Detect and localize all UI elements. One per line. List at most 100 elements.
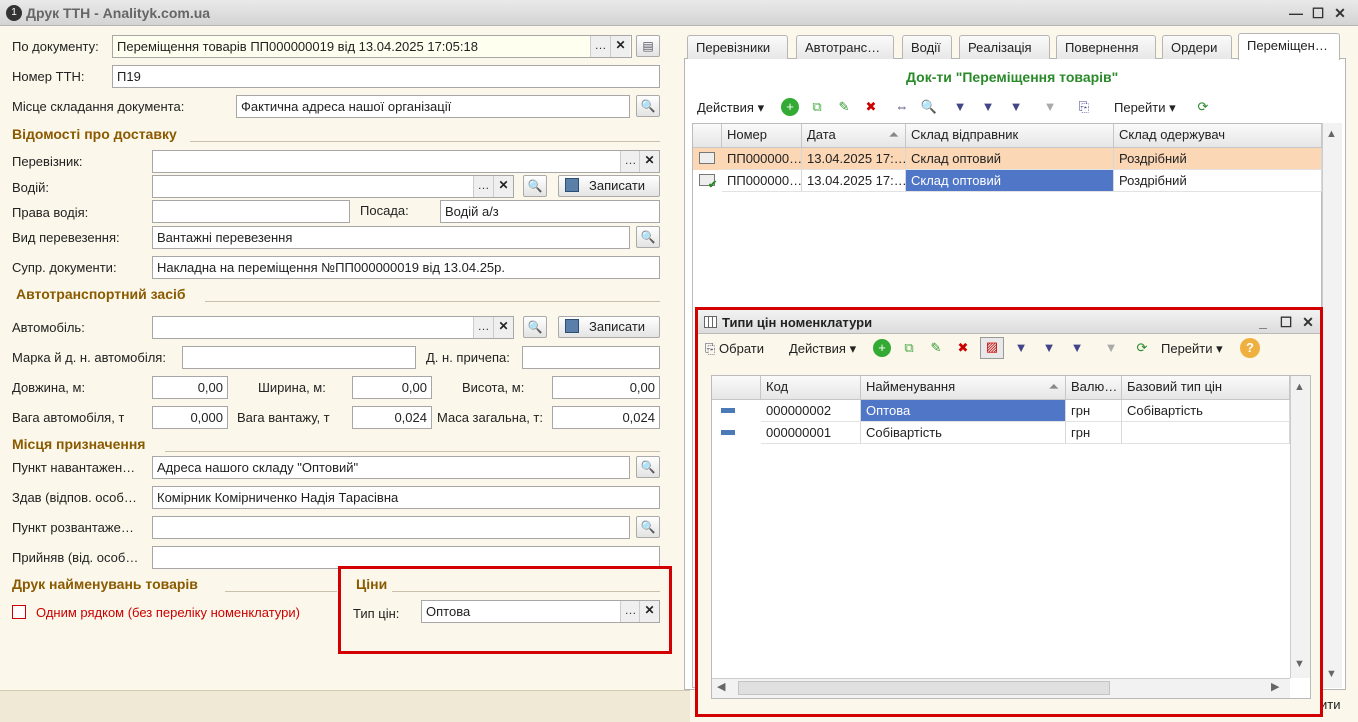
tab-transfers[interactable]: Переміщен…	[1238, 33, 1340, 60]
filter-history-icon[interactable]: ▼	[1007, 98, 1025, 116]
column-base-price-type[interactable]: Базовий тип цін	[1122, 376, 1290, 400]
edit-icon[interactable]: ✎	[835, 98, 853, 116]
goto-menu[interactable]: Перейти ▾	[1114, 100, 1176, 116]
position-field[interactable]: Водій а/з	[440, 200, 660, 223]
license-field[interactable]	[152, 200, 350, 223]
right-scrollbar[interactable]	[1322, 123, 1342, 688]
refresh-icon[interactable]: ⟳	[1194, 98, 1212, 116]
dialog-scroll-right-icon[interactable]: ▶	[1271, 680, 1279, 693]
ttn-field[interactable]: П19	[112, 65, 660, 88]
close-icon[interactable]: ✕	[1330, 3, 1350, 23]
place-field[interactable]: Фактична адреса нашої організації	[236, 95, 630, 118]
find-icon[interactable]: 🔍	[920, 98, 938, 116]
clipboard-icon[interactable]: ▤	[636, 35, 660, 57]
delete-icon[interactable]: ✖	[862, 98, 880, 116]
dialog-filter-icon[interactable]: ▼	[1012, 339, 1030, 357]
dialog-filter-by-value-icon[interactable]: ▼	[1040, 339, 1058, 357]
tab-returns[interactable]: Повернення	[1056, 35, 1156, 59]
minimize-icon[interactable]: —	[1286, 3, 1306, 23]
clear-filter-icon[interactable]: ▼	[1041, 98, 1059, 116]
tab-carriers[interactable]: Перевізники	[687, 35, 788, 59]
dialog-filter-history-icon[interactable]: ▼	[1068, 339, 1086, 357]
price-type-select-button[interactable]: …	[620, 601, 640, 622]
actions-menu[interactable]: Действия ▾	[697, 100, 764, 116]
driver-select-button[interactable]: …	[473, 176, 493, 197]
dialog-close-icon[interactable]: ✕	[1298, 312, 1318, 332]
carrier-field[interactable]	[152, 150, 660, 173]
one-line-checkbox[interactable]	[12, 605, 26, 619]
dialog-maximize-icon[interactable]: ☐	[1276, 312, 1296, 332]
load-point-lookup-icon[interactable]: 🔍	[636, 456, 660, 478]
trailer-field[interactable]	[522, 346, 660, 369]
car-select-button[interactable]: …	[473, 317, 493, 338]
filter-icon[interactable]: ▼	[951, 98, 969, 116]
carrier-select-button[interactable]: …	[620, 151, 640, 172]
add-icon[interactable]: +	[781, 98, 799, 116]
dialog-scroll-left-icon[interactable]: ◀	[717, 680, 725, 693]
unload-point-lookup-icon[interactable]: 🔍	[636, 516, 660, 538]
doc-select-button[interactable]: …	[590, 36, 610, 57]
docs-field[interactable]: Накладна на переміщення №ПП000000019 від…	[152, 256, 660, 279]
price-type-clear-icon[interactable]: ✕	[639, 601, 659, 622]
carrier-clear-icon[interactable]: ✕	[639, 151, 659, 172]
structure-icon[interactable]: ⎘	[1075, 98, 1093, 116]
driver-clear-icon[interactable]: ✕	[493, 176, 513, 197]
driver-save-button[interactable]: Записати	[558, 175, 660, 197]
width-field[interactable]: 0,00	[352, 376, 432, 399]
column-receiver[interactable]: Склад одержувач	[1114, 124, 1322, 148]
column-date[interactable]: Дата ⏶	[802, 124, 906, 148]
transport-type-field[interactable]: Вантажні перевезення	[152, 226, 630, 249]
dialog-clear-filter-icon[interactable]: ▼	[1102, 339, 1120, 357]
dialog-delete-icon[interactable]: ✖	[954, 339, 972, 357]
dialog-edit-icon[interactable]: ✎	[927, 339, 945, 357]
scroll-up-icon[interactable]: ▲	[1326, 128, 1337, 140]
tab-vehicles[interactable]: Автотранс…	[796, 35, 894, 59]
column-currency[interactable]: Валю…	[1066, 376, 1122, 400]
tab-drivers[interactable]: Водії	[902, 35, 952, 59]
make-field[interactable]	[182, 346, 416, 369]
handed-field[interactable]: Комірник Комірниченко Надія Тарасівна	[152, 486, 660, 509]
dialog-refresh-icon[interactable]: ⟳	[1133, 339, 1151, 357]
driver-field[interactable]	[152, 175, 514, 198]
car-clear-icon[interactable]: ✕	[493, 317, 513, 338]
dialog-add-icon[interactable]: +	[873, 339, 891, 357]
car-save-button[interactable]: Записати	[558, 316, 660, 338]
cargo-weight-field[interactable]: 0,024	[352, 406, 432, 429]
dialog-vertical-scrollbar[interactable]	[1290, 376, 1310, 678]
column-number[interactable]: Номер	[722, 124, 802, 148]
length-field[interactable]: 0,00	[152, 376, 228, 399]
load-point-field[interactable]: Адреса нашого складу "Оптовий"	[152, 456, 630, 479]
doc-clear-icon[interactable]: ✕	[610, 36, 630, 57]
filter-by-value-icon[interactable]: ▼	[979, 98, 997, 116]
tab-orders[interactable]: Ордери	[1162, 35, 1232, 59]
place-lookup-icon[interactable]: 🔍	[636, 95, 660, 117]
transport-type-lookup-icon[interactable]: 🔍	[636, 226, 660, 248]
car-lookup-icon[interactable]: 🔍	[523, 316, 547, 338]
dialog-scroll-thumb[interactable]	[738, 681, 1110, 695]
car-field[interactable]	[152, 316, 514, 339]
select-button[interactable]: ⎘ Обрати	[705, 341, 764, 357]
column-sender[interactable]: Склад відправник	[906, 124, 1114, 148]
driver-lookup-icon[interactable]: 🔍	[523, 175, 547, 197]
doc-field[interactable]: Переміщення товарів ПП000000019 від 13.0…	[112, 35, 632, 58]
scroll-down-icon[interactable]: ▼	[1326, 668, 1337, 680]
help-icon[interactable]: ?	[1240, 338, 1260, 358]
maximize-icon[interactable]: ☐	[1308, 3, 1328, 23]
dialog-scroll-up-icon[interactable]: ▲	[1294, 381, 1305, 393]
column-code[interactable]: Код	[761, 376, 861, 400]
hierarchy-toggle-icon[interactable]: ▨	[980, 337, 1004, 359]
dialog-goto-menu[interactable]: Перейти ▾	[1161, 341, 1223, 357]
height-field[interactable]: 0,00	[552, 376, 660, 399]
copy-icon[interactable]: ⧉	[808, 98, 826, 116]
tab-sales[interactable]: Реалізація	[959, 35, 1050, 59]
dialog-actions-menu[interactable]: Действия ▾	[789, 341, 856, 357]
column-name[interactable]: Найменування ⏶	[861, 376, 1066, 400]
dialog-copy-icon[interactable]: ⧉	[900, 339, 918, 357]
total-weight-field[interactable]: 0,024	[552, 406, 660, 429]
unload-point-field[interactable]	[152, 516, 630, 539]
dialog-scroll-down-icon[interactable]: ▼	[1294, 658, 1305, 670]
post-icon[interactable]: ⇔	[893, 98, 911, 116]
car-weight-field[interactable]: 0,000	[152, 406, 228, 429]
dialog-minimize-icon[interactable]: _	[1253, 312, 1273, 332]
partial-button-label[interactable]: ити	[1320, 697, 1340, 712]
